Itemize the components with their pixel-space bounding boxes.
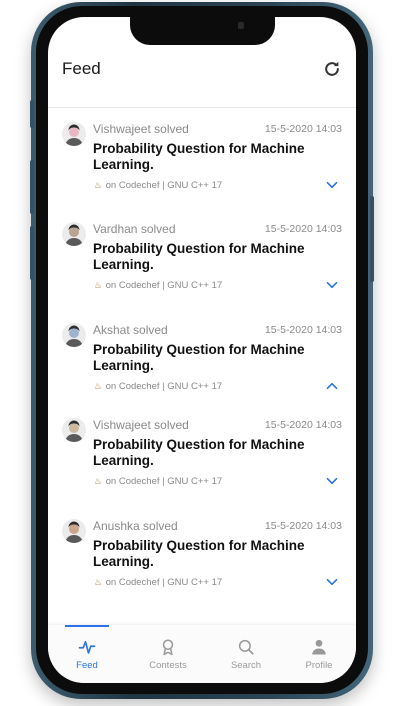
codechef-icon: ♨ xyxy=(93,180,103,190)
tab-feed[interactable]: Feed xyxy=(57,625,117,683)
platform-language: on Codechef | GNU C++ 17 xyxy=(105,280,223,291)
platform-language: on Codechef | GNU C++ 17 xyxy=(105,577,223,588)
feed-item[interactable]: Vishwajeet solved 15-5-2020 14:03 Probabil… xyxy=(48,418,356,518)
problem-title[interactable]: Probability Question for Machine Learnin… xyxy=(93,241,329,273)
tab-search-label: Search xyxy=(230,660,262,671)
app-header: Feed xyxy=(48,51,356,108)
chevron-down-icon[interactable] xyxy=(326,577,338,587)
submission-meta: ♨ on Codechef | GNU C++ 17 xyxy=(93,180,222,191)
platform-language: on Codechef | GNU C++ 17 xyxy=(105,180,223,191)
problem-title[interactable]: Probability Question for Machine Learnin… xyxy=(93,437,329,469)
tab-contests-label: Contests xyxy=(149,660,187,671)
feed-item[interactable]: Vardhan solved 15-5-2020 14:03 Probability… xyxy=(48,222,356,322)
timestamp: 15-5-2020 14:03 xyxy=(264,520,342,532)
avatar xyxy=(62,323,86,347)
chevron-down-icon[interactable] xyxy=(326,280,338,290)
user-icon xyxy=(312,639,326,655)
power-button xyxy=(370,196,374,282)
chevron-down-icon[interactable] xyxy=(326,180,338,190)
submission-meta: ♨ on Codechef | GNU C++ 17 xyxy=(93,280,222,291)
submission-meta: ♨ on Codechef | GNU C++ 17 xyxy=(93,577,222,588)
problem-title[interactable]: Probability Question for Machine Learnin… xyxy=(93,538,329,570)
avatar xyxy=(62,418,86,442)
avatar xyxy=(62,519,86,543)
volume-down-button xyxy=(30,226,34,280)
feed-item[interactable]: Anushka solved 15-5-2020 14:03 Probability… xyxy=(48,519,356,619)
tab-profile-label: Profile xyxy=(305,660,333,671)
feed-item[interactable]: Vishwajeet solved 15-5-2020 14:03 Probabil… xyxy=(48,122,356,222)
tab-profile[interactable]: Profile xyxy=(289,625,349,683)
timestamp: 15-5-2020 14:03 xyxy=(264,123,342,135)
problem-title[interactable]: Probability Question for Machine Learnin… xyxy=(93,342,329,374)
timestamp: 15-5-2020 14:03 xyxy=(264,419,342,431)
award-icon xyxy=(162,639,174,656)
timestamp: 15-5-2020 14:03 xyxy=(264,324,342,336)
avatar xyxy=(62,122,86,146)
notch xyxy=(130,17,275,45)
mute-switch xyxy=(30,100,34,128)
solver-name: Vardhan solved xyxy=(93,222,176,236)
bottom-nav: Feed Contests Search Profile xyxy=(48,625,356,683)
tab-contests[interactable]: Contests xyxy=(138,625,198,683)
platform-language: on Codechef | GNU C++ 17 xyxy=(105,381,223,392)
refresh-icon[interactable] xyxy=(322,59,342,79)
problem-title[interactable]: Probability Question for Machine Learnin… xyxy=(93,141,329,173)
submission-meta: ♨ on Codechef | GNU C++ 17 xyxy=(93,476,222,487)
volume-up-button xyxy=(30,160,34,214)
solver-name: Anushka solved xyxy=(93,519,178,533)
codechef-icon: ♨ xyxy=(93,381,103,391)
feed-item[interactable]: Akshat solved 15-5-2020 14:03 Probability … xyxy=(48,323,356,423)
codechef-icon: ♨ xyxy=(93,280,103,290)
solver-name: Vishwajeet solved xyxy=(93,122,189,136)
page-title: Feed xyxy=(62,59,101,78)
solver-name: Vishwajeet solved xyxy=(93,418,189,432)
tab-search[interactable]: Search xyxy=(216,625,276,683)
avatar xyxy=(62,222,86,246)
solver-name: Akshat solved xyxy=(93,323,168,337)
tab-feed-label: Feed xyxy=(76,660,98,671)
codechef-icon: ♨ xyxy=(93,476,103,486)
timestamp: 15-5-2020 14:03 xyxy=(264,223,342,235)
front-camera xyxy=(238,22,244,29)
platform-language: on Codechef | GNU C++ 17 xyxy=(105,476,223,487)
codechef-icon: ♨ xyxy=(93,577,103,587)
submission-meta: ♨ on Codechef | GNU C++ 17 xyxy=(93,381,222,392)
chevron-up-icon[interactable] xyxy=(326,381,338,391)
app-screen: Feed Vishwajeet solved 15-5-2020 14:03 Pro… xyxy=(48,17,356,683)
chevron-down-icon[interactable] xyxy=(326,476,338,486)
search-icon xyxy=(238,639,254,655)
activity-icon xyxy=(78,640,96,654)
